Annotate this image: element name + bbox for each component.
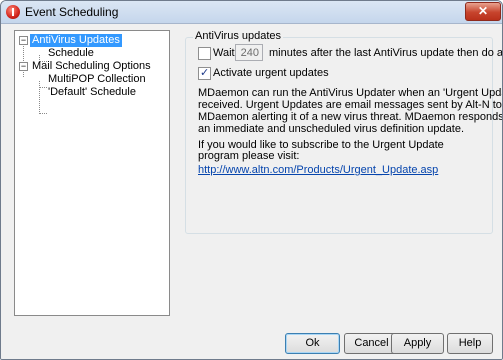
- app-icon: [6, 5, 20, 19]
- tree-line: [39, 81, 40, 112]
- tree-line: [39, 113, 47, 114]
- collapse-icon[interactable]: −: [19, 62, 28, 71]
- subscribe-line: program please visit:: [198, 150, 300, 162]
- wait-label: Wait: [213, 47, 235, 59]
- tree-item-multipop-collection[interactable]: MultiPOP Collection: [46, 73, 148, 86]
- activate-urgent-updates-checkbox[interactable]: [198, 66, 211, 80]
- activate-urgent-updates-label: Activate urgent updates: [213, 67, 329, 79]
- tree-item-mail-scheduling-options[interactable]: Mail Scheduling Options: [30, 60, 153, 73]
- tree-item-schedule[interactable]: Schedule: [46, 47, 96, 60]
- group-label: AntiVirus updates: [193, 30, 284, 42]
- dialog-body: − AntiVirus Updates Schedule − Mail Sche…: [1, 24, 502, 359]
- wait-suffix-label: minutes after the last AntiVirus update …: [269, 47, 503, 59]
- ok-button[interactable]: Ok: [285, 333, 340, 354]
- urgent-update-link[interactable]: http://www.altn.com/Products/Urgent_Upda…: [198, 164, 438, 176]
- collapse-icon[interactable]: −: [19, 36, 28, 45]
- title-bar[interactable]: Event Scheduling ✕: [1, 1, 502, 24]
- wait-checkbox[interactable]: [198, 47, 211, 60]
- description-line: MDaemon can run the AntiVirus Updater wh…: [198, 87, 502, 99]
- tree-item-default-schedule[interactable]: 'Default' Schedule: [46, 86, 138, 99]
- tree-item-antivirus-updates[interactable]: AntiVirus Updates: [30, 34, 122, 47]
- apply-button[interactable]: Apply: [391, 333, 444, 354]
- navigation-tree[interactable]: − AntiVirus Updates Schedule − Mail Sche…: [14, 30, 170, 316]
- description-line: received. Urgent Updates are email messa…: [198, 99, 503, 111]
- window-title: Event Scheduling: [25, 5, 119, 19]
- description-line: an immediate and unscheduled virus defin…: [198, 123, 465, 135]
- description-line: MDaemon alerting it of a new virus threa…: [198, 111, 503, 123]
- help-button[interactable]: Help: [447, 333, 493, 354]
- close-button[interactable]: ✕: [465, 2, 501, 21]
- wait-minutes-input[interactable]: 240: [235, 44, 263, 61]
- event-scheduling-window: Event Scheduling ✕ − AntiVirus Updates S…: [0, 0, 503, 360]
